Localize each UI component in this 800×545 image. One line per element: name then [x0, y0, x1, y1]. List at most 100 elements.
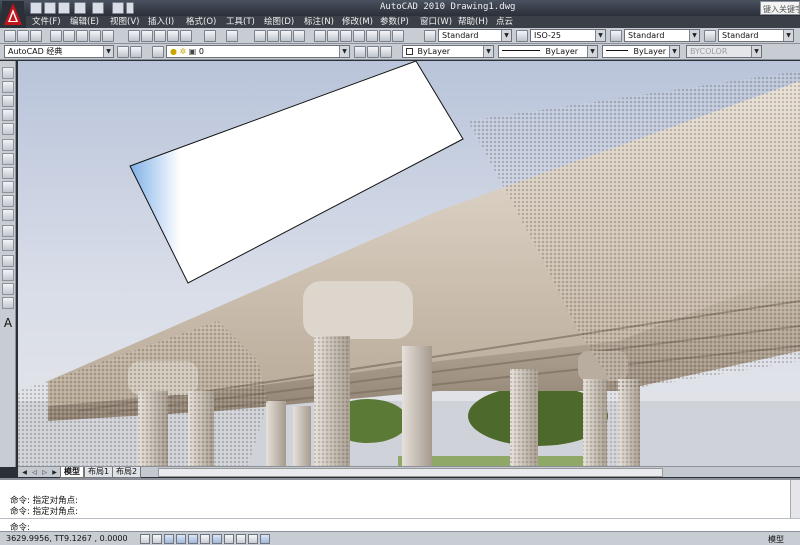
- layer-manager-icon[interactable]: [152, 46, 164, 58]
- hatch-icon[interactable]: [2, 269, 14, 281]
- menu-tools[interactable]: 工具(T): [226, 16, 255, 28]
- menu-point-cloud[interactable]: 点云: [496, 16, 513, 28]
- dim-style-icon[interactable]: [516, 30, 528, 42]
- polygon-icon[interactable]: [2, 109, 14, 121]
- dynamic-ucs-icon[interactable]: [224, 534, 234, 544]
- point-icon[interactable]: [2, 255, 14, 267]
- workspace-select[interactable]: AutoCAD 经典 ▼: [4, 45, 114, 58]
- ellipse-arc-icon[interactable]: [2, 209, 14, 221]
- help-icon[interactable]: [392, 30, 404, 42]
- color-select[interactable]: ByLayer ▼: [402, 45, 494, 58]
- autocad-logo-icon[interactable]: [2, 1, 24, 29]
- polyline-icon[interactable]: [2, 95, 14, 107]
- first-tab-icon[interactable]: ◀: [20, 468, 29, 477]
- menu-insert[interactable]: 插入(I): [148, 16, 174, 28]
- block-editor-icon[interactable]: [180, 30, 192, 42]
- quick-calc-icon[interactable]: [379, 30, 391, 42]
- table-style-icon[interactable]: [610, 30, 622, 42]
- properties-icon[interactable]: [314, 30, 326, 42]
- save-icon[interactable]: [30, 30, 42, 42]
- linetype-select[interactable]: ByLayer ▼: [498, 45, 598, 58]
- tool-palettes-icon[interactable]: [340, 30, 352, 42]
- paste-icon[interactable]: [154, 30, 166, 42]
- snap-mode-icon[interactable]: [140, 534, 150, 544]
- new-file-icon[interactable]: [30, 2, 42, 14]
- dynamic-input-icon[interactable]: [236, 534, 246, 544]
- zoom-window-icon[interactable]: [280, 30, 292, 42]
- object-snap-icon[interactable]: [188, 534, 198, 544]
- make-object-layer-current-icon[interactable]: [354, 46, 366, 58]
- menu-help[interactable]: 帮助(H): [458, 16, 488, 28]
- line-icon[interactable]: [2, 67, 14, 79]
- model-space-label[interactable]: 模型: [768, 534, 784, 545]
- menu-format[interactable]: 格式(O): [186, 16, 216, 28]
- plot-icon[interactable]: [112, 2, 124, 14]
- open-file-icon[interactable]: [44, 2, 56, 14]
- rectangle-icon[interactable]: [2, 123, 14, 135]
- publish-icon[interactable]: [76, 30, 88, 42]
- design-center-icon[interactable]: [327, 30, 339, 42]
- text-style-icon[interactable]: [424, 30, 436, 42]
- zoom-previous-icon[interactable]: [293, 30, 305, 42]
- circle-icon[interactable]: [2, 153, 14, 165]
- pan-icon[interactable]: [254, 30, 266, 42]
- multileader-style-select[interactable]: Standard ▼: [718, 29, 794, 42]
- table-style-select[interactable]: Standard ▼: [624, 29, 700, 42]
- tab-layout2[interactable]: 布局2: [112, 467, 142, 478]
- menu-window[interactable]: 窗口(W): [420, 16, 452, 28]
- tab-layout1[interactable]: 布局1: [84, 467, 114, 478]
- text-style-select[interactable]: Standard ▼: [438, 29, 512, 42]
- cut-icon[interactable]: [128, 30, 140, 42]
- previous-tab-icon[interactable]: ◁: [30, 468, 39, 477]
- qnew-icon[interactable]: [4, 30, 16, 42]
- etransmit-icon[interactable]: [102, 30, 114, 42]
- horizontal-scrollbar[interactable]: [158, 468, 663, 477]
- menu-modify[interactable]: 修改(M): [342, 16, 373, 28]
- quick-access-dropdown-icon[interactable]: [126, 2, 134, 14]
- 3d-dwf-icon[interactable]: [89, 30, 101, 42]
- workspace-save-icon[interactable]: [130, 46, 142, 58]
- menu-view[interactable]: 视图(V): [110, 16, 139, 28]
- menu-parametric[interactable]: 参数(P): [380, 16, 409, 28]
- menu-dimension[interactable]: 标注(N): [304, 16, 334, 28]
- lineweight-select[interactable]: ByLayer ▼: [602, 45, 680, 58]
- ortho-mode-icon[interactable]: [164, 534, 174, 544]
- gradient-icon[interactable]: [2, 283, 14, 295]
- command-scrollbar[interactable]: [790, 480, 800, 518]
- last-tab-icon[interactable]: ▶: [50, 468, 59, 477]
- drawing-viewport[interactable]: [18, 61, 800, 466]
- plot-preview-icon[interactable]: [63, 30, 75, 42]
- make-block-icon[interactable]: [2, 239, 14, 251]
- redo-icon[interactable]: [92, 2, 104, 14]
- markup-set-icon[interactable]: [366, 30, 378, 42]
- next-tab-icon[interactable]: ▷: [40, 468, 49, 477]
- construction-line-icon[interactable]: [2, 81, 14, 93]
- redo-icon[interactable]: [226, 30, 238, 42]
- layer-previous-icon[interactable]: [367, 46, 379, 58]
- tab-model[interactable]: 模型: [60, 467, 84, 478]
- region-icon[interactable]: [2, 297, 14, 309]
- insert-block-icon[interactable]: [2, 225, 14, 237]
- zoom-realtime-icon[interactable]: [267, 30, 279, 42]
- quick-properties-icon[interactable]: [260, 534, 270, 544]
- undo-icon[interactable]: [204, 30, 216, 42]
- spline-icon[interactable]: [2, 181, 14, 193]
- match-properties-icon[interactable]: [167, 30, 179, 42]
- menu-file[interactable]: 文件(F): [32, 16, 61, 28]
- layer-select[interactable]: ● ✲ ▣ 0 ▼: [166, 45, 350, 58]
- 3d-object-snap-icon[interactable]: [200, 534, 210, 544]
- workspace-settings-icon[interactable]: [117, 46, 129, 58]
- ellipse-icon[interactable]: [2, 195, 14, 207]
- sheet-set-icon[interactable]: [353, 30, 365, 42]
- plot-icon[interactable]: [50, 30, 62, 42]
- menu-edit[interactable]: 编辑(E): [70, 16, 99, 28]
- dim-style-select[interactable]: ISO-25 ▼: [530, 29, 606, 42]
- help-search-input[interactable]: 键入关键字: [760, 1, 800, 15]
- multileader-style-icon[interactable]: [704, 30, 716, 42]
- polar-tracking-icon[interactable]: [176, 534, 186, 544]
- arc-icon[interactable]: [2, 139, 14, 151]
- layer-state-icon[interactable]: [380, 46, 392, 58]
- lineweight-toggle-icon[interactable]: [248, 534, 258, 544]
- multiline-text-icon[interactable]: A: [2, 316, 14, 330]
- copy-icon[interactable]: [141, 30, 153, 42]
